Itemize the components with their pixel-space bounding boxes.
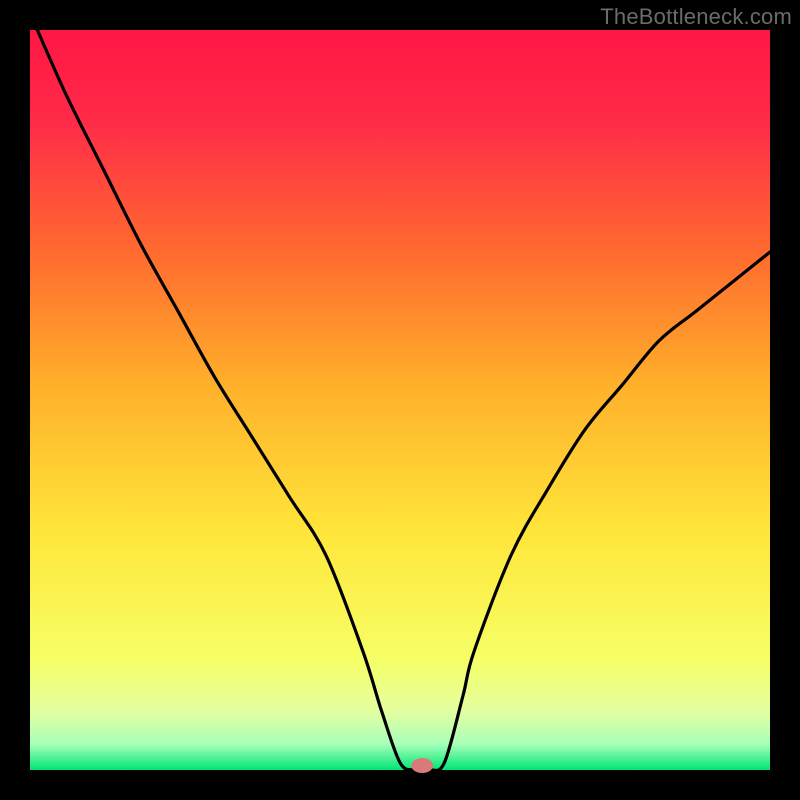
optimum-marker	[411, 758, 433, 773]
chart-frame: TheBottleneck.com	[0, 0, 800, 800]
plot-background	[30, 30, 770, 770]
bottleneck-chart	[0, 0, 800, 800]
watermark-text: TheBottleneck.com	[600, 4, 792, 30]
